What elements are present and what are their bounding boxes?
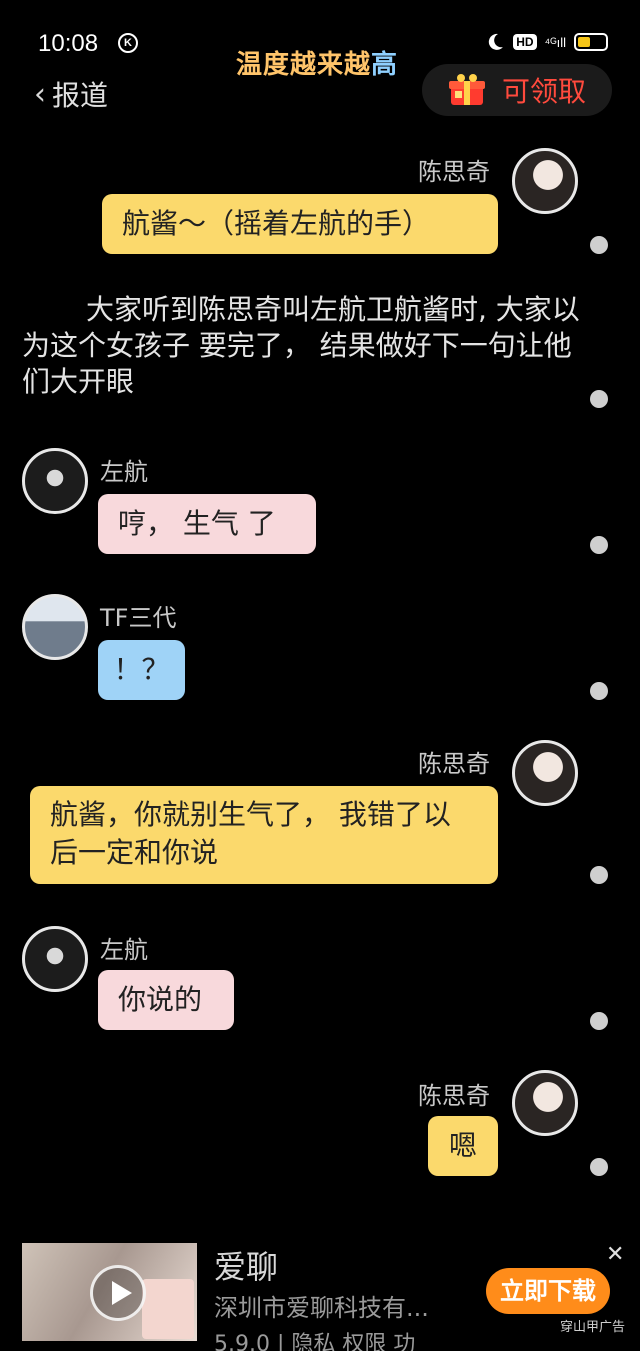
ad-company: 深圳市爱聊科技有...	[214, 1294, 429, 1322]
avatar-chensiqi[interactable]	[512, 1070, 578, 1136]
title-part-2: 高	[371, 50, 399, 80]
status-icons: HD ⁴ᴳıll	[485, 32, 608, 52]
sender-name: 陈思奇	[418, 1082, 490, 1110]
chevron-left-icon: ‹	[34, 76, 46, 112]
message-dot-icon	[590, 1158, 608, 1176]
message-bubble[interactable]: 哼， 生气 了	[98, 494, 316, 554]
message-bubble[interactable]: 航酱～（摇着左航的手）	[102, 194, 498, 254]
message-dot-icon	[590, 866, 608, 884]
moon-icon	[489, 33, 504, 50]
reward-button[interactable]: 可领取	[422, 64, 612, 116]
ad-thumbnail-face	[142, 1279, 194, 1339]
close-icon[interactable]: ✕	[606, 1242, 624, 1267]
ad-source-label: 穿山甲广告	[560, 1320, 626, 1335]
play-icon[interactable]	[90, 1265, 146, 1321]
hd-icon: HD	[513, 34, 537, 50]
avatar-chensiqi[interactable]	[512, 148, 578, 214]
download-button[interactable]: 立即下载	[486, 1268, 610, 1314]
title-part-1: 温度越来越	[236, 50, 372, 80]
ad-banner[interactable]: 爱聊 深圳市爱聊科技有... 5.9.0 | 隐私 权限 功 ✕ 立即下载 穿山…	[0, 1230, 640, 1351]
ad-title: 爱聊	[214, 1248, 279, 1286]
message-bubble[interactable]: 航酱，你就别生气了， 我错了以后一定和你说	[30, 786, 498, 884]
back-button[interactable]: ‹ 报道	[34, 74, 108, 114]
message-dot-icon	[590, 536, 608, 554]
sender-name: 左航	[100, 936, 148, 964]
message-dot-icon	[590, 682, 608, 700]
message-bubble[interactable]: ！？	[98, 640, 185, 700]
avatar-zuohang[interactable]	[22, 448, 88, 514]
battery-icon	[574, 33, 608, 51]
message-dot-icon	[590, 390, 608, 408]
message-dot-icon	[590, 1012, 608, 1030]
narration-text: 大家听到陈思奇叫左航卫航酱时, 大家以为这个女孩子 要完了， 结果做好下一句让他…	[22, 293, 580, 398]
sender-name: 左航	[100, 458, 148, 486]
message-dot-icon	[590, 236, 608, 254]
k-app-icon: K	[118, 33, 138, 53]
status-time: 10:08	[38, 30, 99, 57]
avatar-chensiqi[interactable]	[512, 740, 578, 806]
message-bubble[interactable]: 你说的	[98, 970, 234, 1030]
sender-name: 陈思奇	[418, 750, 490, 778]
ad-meta[interactable]: 5.9.0 | 隐私 权限 功	[214, 1326, 464, 1351]
avatar-zuohang[interactable]	[22, 926, 88, 992]
message-bubble[interactable]: 嗯	[428, 1116, 498, 1176]
sender-name: TF三代	[100, 604, 177, 632]
avatar-tf-group[interactable]	[22, 594, 88, 660]
gift-box-icon	[449, 74, 485, 105]
back-label: 报道	[52, 79, 109, 112]
ad-thumbnail[interactable]	[22, 1243, 197, 1341]
page-title-banner: 温度越来越高	[236, 44, 398, 81]
reward-label: 可领取	[502, 75, 587, 108]
signal-icon: ⁴ᴳıll	[544, 34, 566, 50]
sender-name: 陈思奇	[418, 158, 490, 186]
